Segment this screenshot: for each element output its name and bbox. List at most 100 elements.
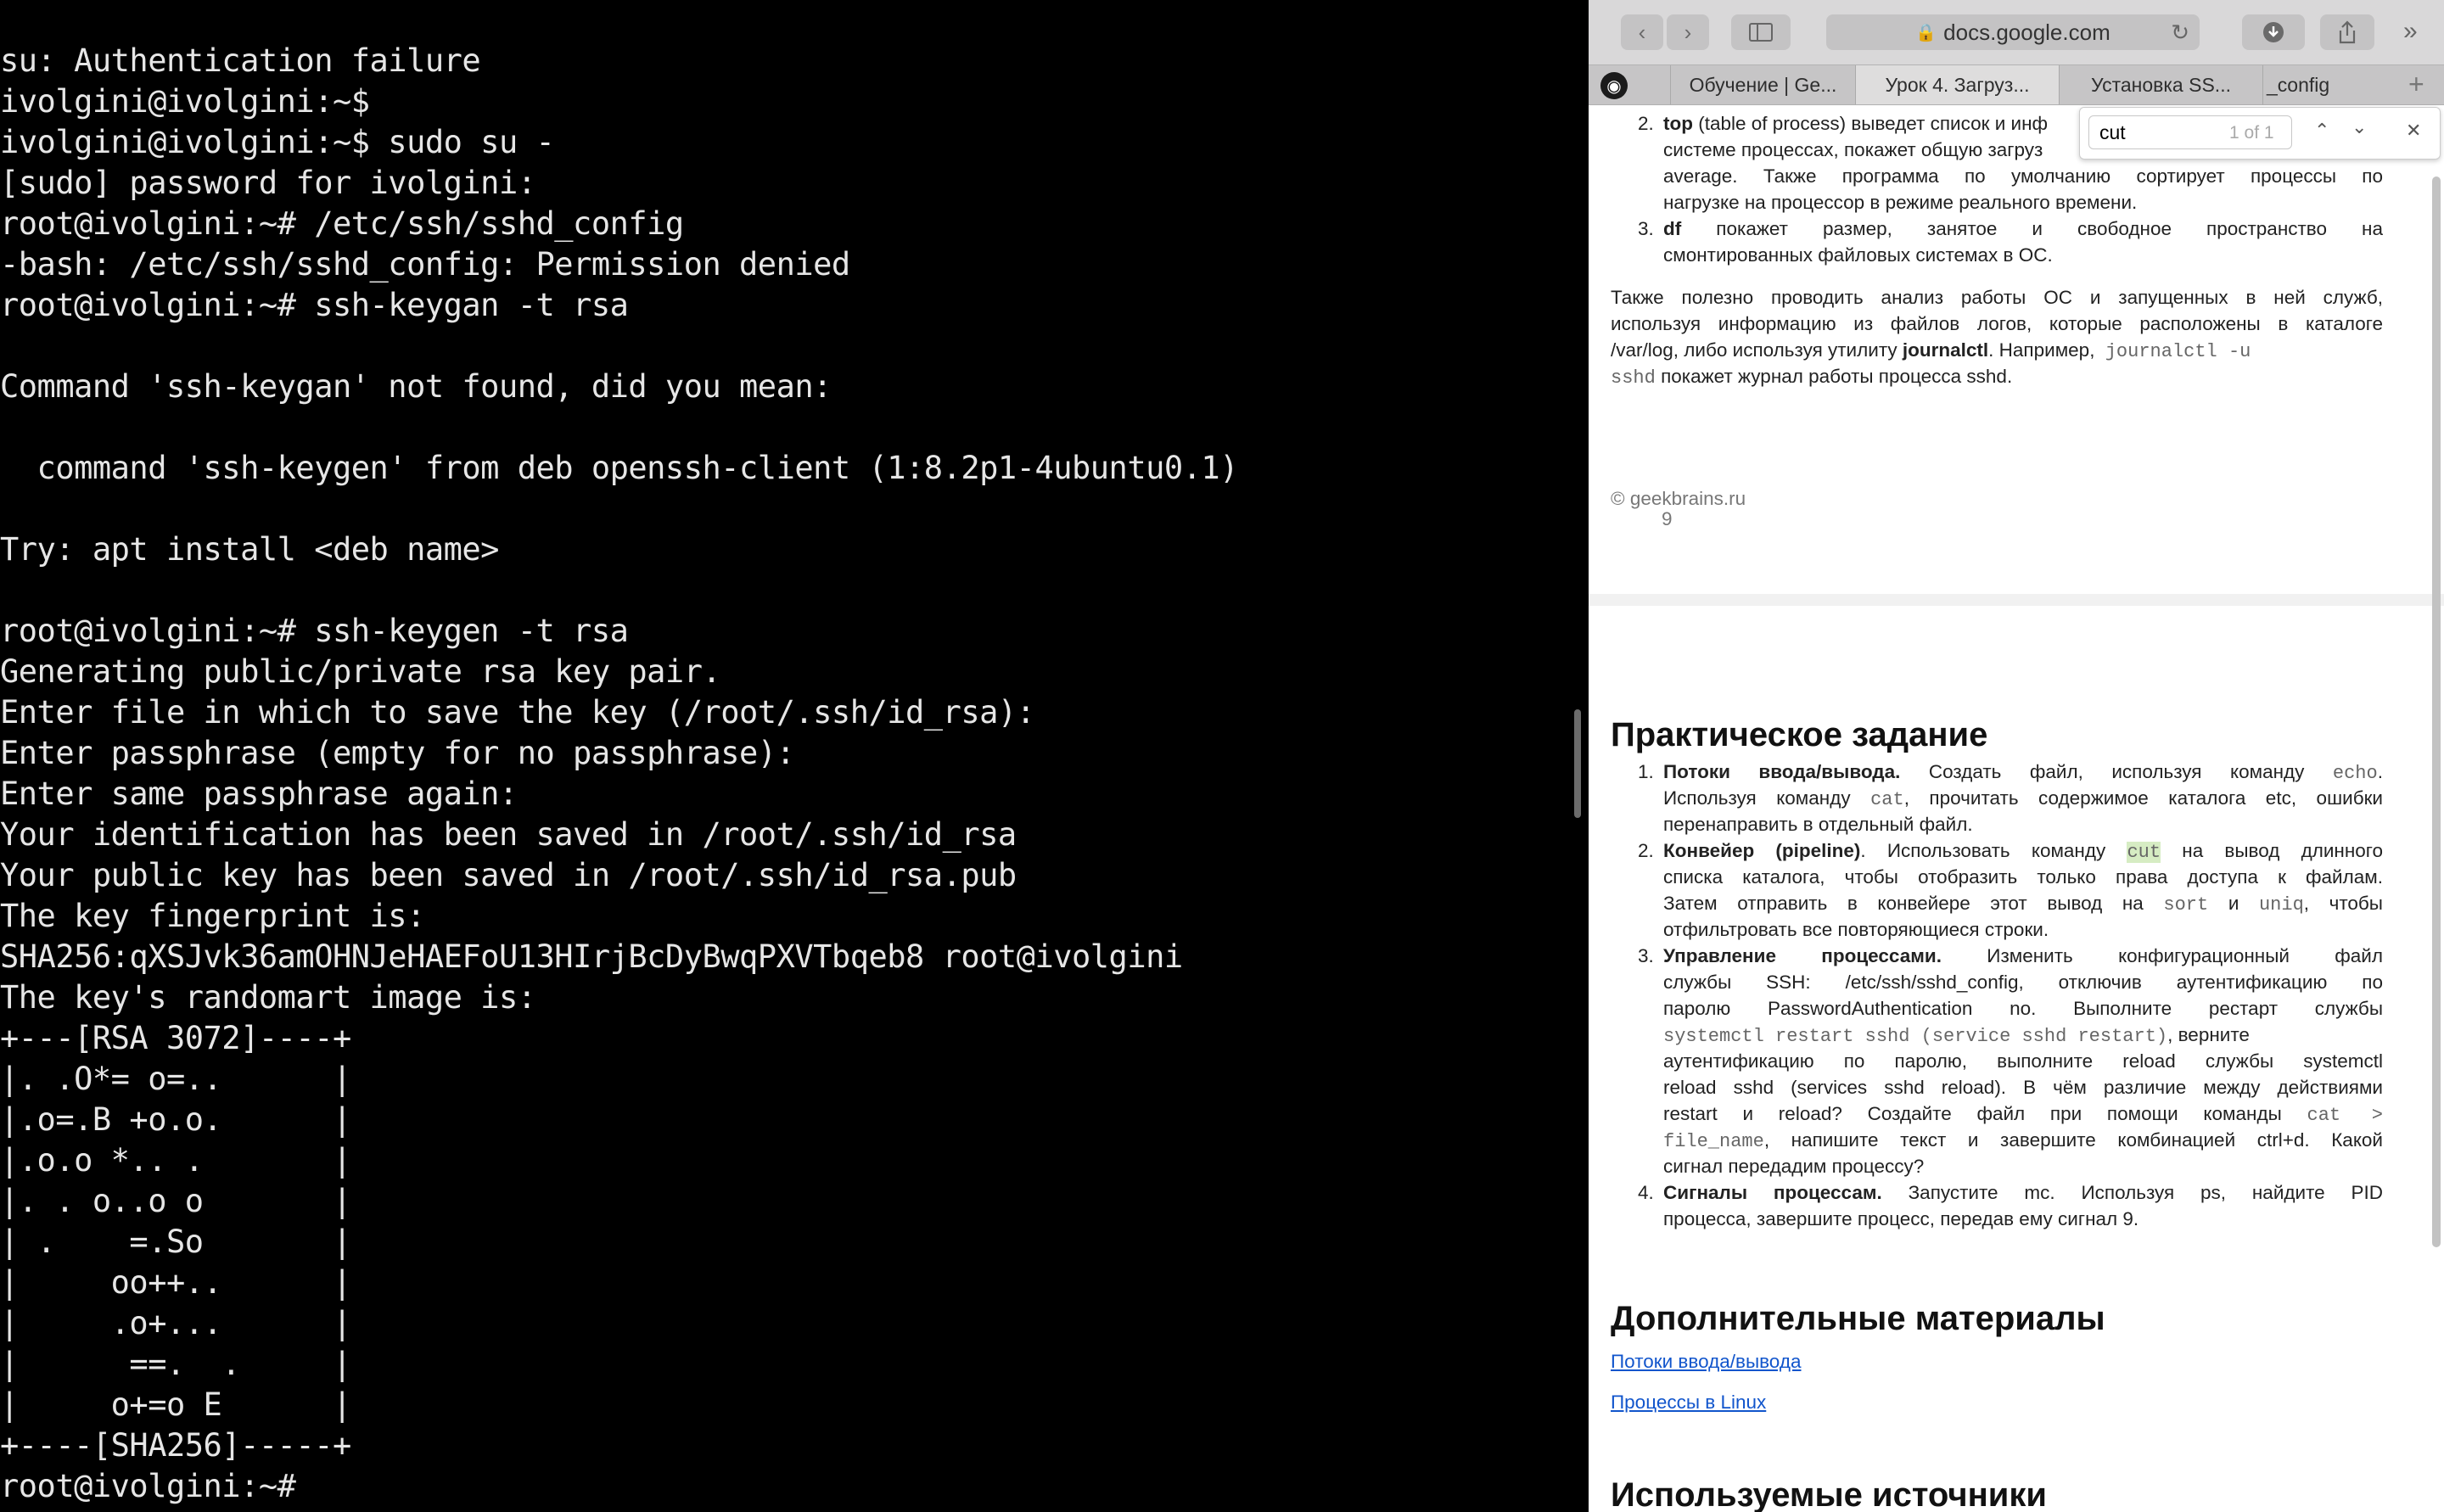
list-item-top: top (table of process) выведет список и … (1663, 110, 2105, 137)
terminal-line: Try: apt install <deb name> (0, 531, 499, 568)
bold-term: Управление процессами. (1663, 945, 1942, 966)
tab-ustanovka-ssh[interactable]: Установка SS... (2059, 65, 2262, 104)
text: отфильтровать все повторяющиеся строки. (1663, 919, 2049, 940)
forward-button[interactable]: › (1667, 14, 1709, 50)
terminal-line: |.o.o *.. . | (0, 1142, 351, 1179)
text: , чтобы (2303, 893, 2383, 914)
find-next-icon[interactable]: ⌄ (2352, 116, 2367, 138)
chevron-right-icon: › (1684, 19, 1692, 45)
new-tab-button[interactable]: + (2408, 69, 2424, 100)
text: покажет журнал работы процесса sshd. (1661, 366, 2013, 387)
terminal-line: -bash: /etc/ssh/sshd_config: Permission … (0, 246, 850, 283)
bold-term: Потоки ввода/вывода. (1663, 761, 1901, 782)
terminal-line: root@ivolgini:~# (0, 1468, 296, 1504)
task-2-line4: отфильтровать все повторяющиеся строки. (1663, 916, 2383, 943)
terminal-line: Your identification has been saved in /r… (0, 816, 1017, 853)
task-4-line1: Сигналы процессам. Запустите mc. Использ… (1663, 1179, 2383, 1206)
tab-urok-4[interactable]: Урок 4. Загруз... (1855, 65, 2059, 104)
heading-practice: Практическое задание (1611, 716, 1988, 753)
code: file_name (1663, 1131, 1764, 1152)
find-bar: 1 of 1 ⌃ ⌄ ✕ (2079, 107, 2441, 160)
terminal-line: Enter file in which to save the key (/ro… (0, 694, 1035, 731)
terminal-window[interactable]: su: Authentication failure ivolgini@ivolg… (0, 0, 1589, 1512)
terminal-line: | ==. . | (0, 1346, 351, 1382)
terminal-line: ivolgini@ivolgini:~$ sudo su - (0, 124, 555, 160)
share-button[interactable] (2320, 14, 2374, 50)
task-4-line2: процесса, завершите процесс, передав ему… (1663, 1206, 2383, 1232)
lock-icon: 🔒 (1915, 23, 1937, 42)
task-3-line2: службы SSH: /etc/ssh/sshd_config, отключ… (1663, 969, 2383, 995)
terminal-line: Your public key has been saved in /root/… (0, 857, 1017, 893)
paragraph-logs-line3: /var/log, либо используя утилиту journal… (1611, 337, 2383, 365)
terminal-line: root@ivolgini:~# ssh-keygan -t rsa (0, 287, 629, 323)
terminal-output: su: Authentication failure ivolgini@ivolg… (0, 41, 1578, 1507)
task-3-line6: reload sshd (services sshd reload). В чё… (1663, 1074, 2383, 1100)
text: используя информацию из файлов логов, ко… (1611, 313, 2383, 334)
find-previous-icon[interactable]: ⌃ (2314, 120, 2329, 142)
terminal-line: | .o+... | (0, 1305, 351, 1341)
text: списка каталога, чтобы отобразить только… (1663, 866, 2383, 888)
text: Также полезно проводить анализ работы ОС… (1611, 287, 2383, 308)
tab-label: Обучение | Ge... (1689, 73, 1837, 96)
download-icon (2263, 22, 2284, 42)
terminal-line: root@ivolgini:~# /etc/ssh/sshd_config (0, 205, 684, 242)
text: и (2228, 893, 2239, 914)
terminal-line: |.o=.B +o.o. | (0, 1101, 351, 1138)
document-scrollbar[interactable] (2432, 176, 2441, 1247)
code-highlighted-match: cut (2127, 842, 2161, 863)
bold-term: top (1663, 113, 1693, 134)
text: нагрузке на процессор в режиме реального… (1663, 192, 2138, 213)
tab-obuchenie[interactable]: Обучение | Ge... (1670, 65, 1855, 104)
terminal-line: +---[RSA 3072]----+ (0, 1020, 351, 1056)
more-toolbar-icon[interactable]: » (2403, 17, 2418, 46)
list-number: 2. (1638, 840, 1654, 861)
terminal-line: command 'ssh-keygen' from deb openssh-cl… (0, 450, 1239, 486)
browser-toolbar: ‹ › 🔒 docs.google.com ↻ » (1589, 0, 2444, 64)
back-button[interactable]: ‹ (1621, 14, 1663, 50)
address-text: docs.google.com (1943, 19, 2110, 45)
bold-term: journalctl (1902, 339, 1989, 361)
code: cat > (2307, 1105, 2384, 1126)
code: sshd (1611, 367, 1656, 389)
text: restart и reload? Создайте файл при помо… (1663, 1103, 2282, 1124)
footer-copyright: © geekbrains.ru (1611, 488, 1746, 509)
text: Запустите mc. Используя ps, найдите PID (1908, 1182, 2383, 1203)
terminal-scrollbar[interactable] (1574, 709, 1581, 818)
code: sort (2163, 894, 2209, 916)
text: Затем отправить в конвейере этот вывод н… (1663, 893, 2144, 914)
tab-label: Установка SS... (2091, 73, 2231, 96)
paragraph-logs-line1: Также полезно проводить анализ работы ОС… (1611, 284, 2383, 311)
address-bar[interactable]: 🔒 docs.google.com ↻ (1826, 14, 2200, 50)
link-io-streams[interactable]: Потоки ввода/вывода (1611, 1351, 1801, 1373)
text: /var/log, либо используя утилиту (1611, 339, 1897, 361)
list-number: 2. (1638, 113, 1654, 134)
downloads-button[interactable] (2242, 14, 2305, 50)
tab-config[interactable]: _config (2262, 65, 2381, 104)
text: системе процессах, покажет общую загруз (1663, 139, 2043, 160)
task-3-line4: systemctl restart sshd (service sshd res… (1663, 1022, 2383, 1050)
task-3-line9: сигнал передадим процессу? (1663, 1153, 2383, 1179)
text: . Например, (1988, 339, 2095, 361)
sidebar-button[interactable] (1731, 14, 1791, 50)
code: cat (1870, 789, 1904, 810)
reload-icon[interactable]: ↻ (2171, 20, 2189, 46)
task-2-line1: Конвейер (pipeline). Использовать команд… (1663, 837, 2383, 865)
bold-term: Конвейер (pipeline) (1663, 840, 1861, 861)
task-2-line3: Затем отправить в конвейере этот вывод н… (1663, 890, 2383, 918)
text: . Использовать команду (1860, 840, 2106, 861)
find-match-count: 1 of 1 (2229, 123, 2274, 143)
text: , напишите текст и завершите комбинацией… (1763, 1129, 2383, 1151)
github-pinned-tab-icon[interactable]: ◉ (1600, 72, 1628, 99)
text: average. Также программа по умолчанию со… (1663, 165, 2383, 187)
terminal-line: ivolgini@ivolgini:~$ (0, 83, 370, 120)
page-number: 9 (1662, 508, 1673, 529)
terminal-line: +----[SHA256]-----+ (0, 1427, 351, 1464)
tab-label: Урок 4. Загруз... (1885, 73, 2030, 96)
close-icon[interactable]: ✕ (2406, 120, 2421, 142)
tab-bar: ◉ Обучение | Ge... Урок 4. Загруз... Уст… (1589, 64, 2444, 105)
task-3-line5: аутентификацию по паролю, выполните relo… (1663, 1048, 2383, 1074)
link-linux-processes[interactable]: Процессы в Linux (1611, 1392, 1766, 1414)
